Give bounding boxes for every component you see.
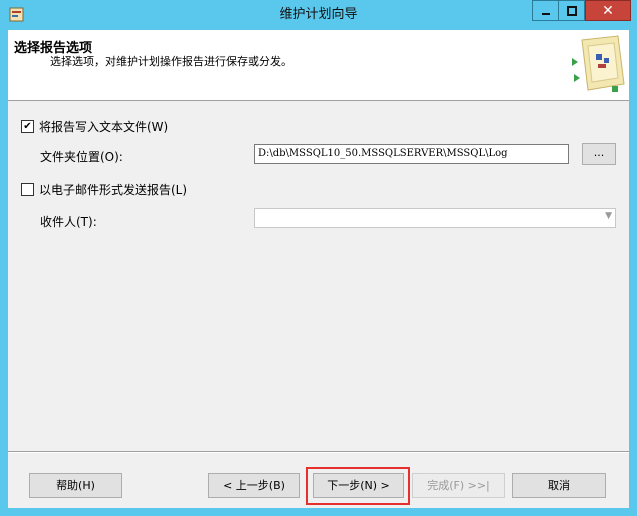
help-button[interactable]: 帮助(H) (29, 473, 122, 498)
recipient-dropdown[interactable]: ▼ (254, 208, 616, 228)
checkbox-box[interactable] (21, 183, 34, 196)
write-text-file-checkbox[interactable]: ✔ 将报告写入文本文件(W) (21, 118, 168, 135)
checkmark-icon: ✔ (23, 120, 32, 132)
title-bar[interactable]: 维护计划向导 ✕ (0, 0, 637, 30)
browse-button[interactable]: ... (582, 143, 616, 165)
close-icon: ✕ (602, 2, 614, 19)
maximize-icon (566, 5, 577, 16)
folder-location-label: 文件夹位置(O): (40, 150, 123, 164)
wizard-header: 选择报告选项 选择选项，对维护计划操作报告进行保存或分发。 (8, 30, 629, 101)
close-button[interactable]: ✕ (585, 0, 631, 21)
email-report-label: 以电子邮件形式发送报告(L) (39, 183, 188, 197)
cancel-button[interactable]: 取消 (512, 473, 606, 498)
folder-location-input[interactable]: D:\db\MSSQL10_50.MSSQLSERVER\MSSQL\Log (254, 144, 569, 164)
maximize-button[interactable] (558, 0, 585, 21)
wizard-body: 选择报告选项 选择选项，对维护计划操作报告进行保存或分发。 ✔ 将报告写入文本文… (8, 30, 629, 508)
email-report-checkbox[interactable]: 以电子邮件形式发送报告(L) (21, 181, 187, 198)
minimize-icon (541, 12, 550, 15)
finish-button[interactable]: 完成(F) >>| (412, 473, 505, 498)
wizard-illustration-icon (572, 35, 625, 92)
recipient-label: 收件人(T): (40, 215, 97, 229)
footer-divider (8, 451, 629, 453)
write-text-file-label: 将报告写入文本文件(W) (39, 120, 169, 134)
wizard-window: 维护计划向导 ✕ 选择报告选项 选择选项，对维护计划操作报告进行保存或分发。 ✔… (0, 0, 637, 516)
checkbox-box[interactable]: ✔ (21, 120, 34, 133)
back-button[interactable]: < 上一步(B) (208, 473, 300, 498)
minimize-button[interactable] (532, 0, 559, 21)
page-subtitle: 选择选项，对维护计划操作报告进行保存或分发。 (50, 55, 292, 68)
next-button-highlight (306, 467, 410, 505)
chevron-down-icon: ▼ (605, 211, 612, 221)
